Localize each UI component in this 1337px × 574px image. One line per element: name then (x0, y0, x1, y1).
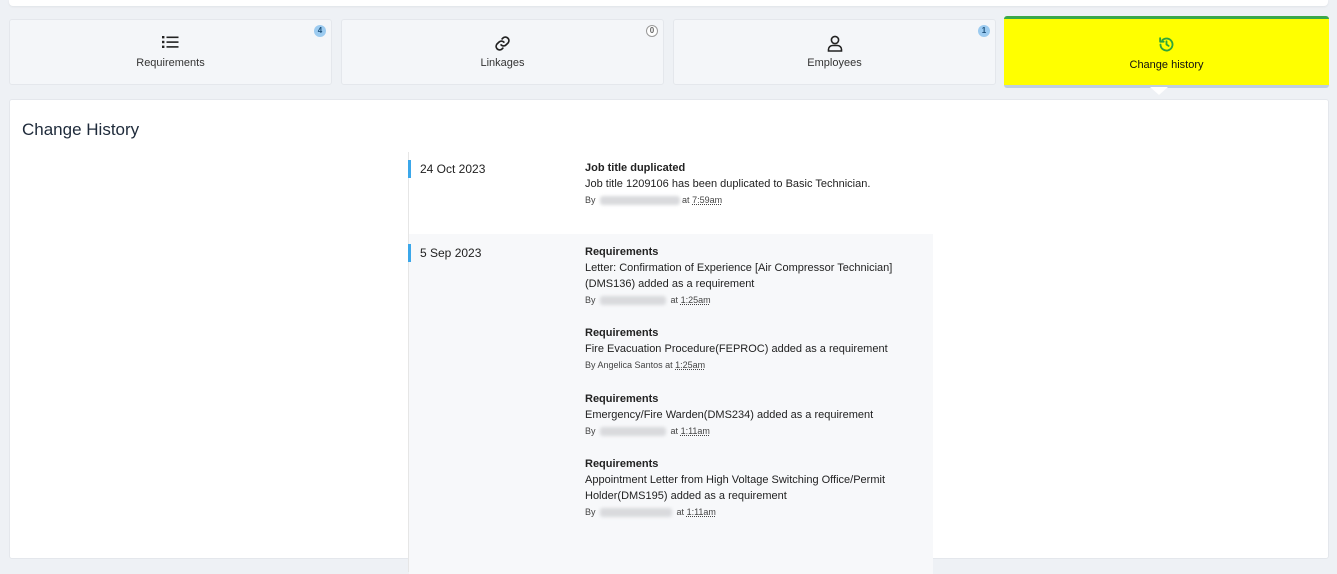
timeline-date: 24 Oct 2023 (408, 160, 485, 178)
entry-author: By at 1:11am (585, 426, 710, 437)
tab-label: Change history (1129, 59, 1204, 71)
entry-time[interactable]: 7:59am (692, 195, 722, 205)
link-icon (342, 35, 663, 53)
entry-description: Letter: Confirmation of Experience [Air … (585, 262, 893, 290)
entry-author: By at 1:11am (585, 507, 716, 518)
active-tab-pointer (1150, 87, 1168, 95)
timeline-entry: Requirements Fire Evacuation Procedure(F… (585, 325, 915, 372)
entry-title: Requirements (585, 246, 659, 258)
timeline-entry: Requirements Appointment Letter from Hig… (585, 456, 915, 519)
tab-label: Linkages (480, 57, 525, 69)
entry-description: Job title 1209106 has been duplicated to… (585, 178, 871, 190)
author-name: Angelica Santos (597, 360, 663, 370)
timeline-day: 24 Oct 2023 Job title duplicated Job tit… (408, 152, 933, 232)
entry-description: Emergency/Fire Warden(DMS234) added as a… (585, 409, 874, 421)
list-icon (10, 35, 331, 53)
tab-label: Employees (807, 57, 862, 69)
entry-description: Fire Evacuation Procedure(FEPROC) added … (585, 343, 888, 355)
timeline-entry: Requirements Emergency/Fire Warden(DMS23… (585, 391, 915, 438)
entry-time[interactable]: 1:11am (687, 507, 716, 517)
entry-description: Appointment Letter from High Voltage Swi… (585, 474, 885, 502)
change-history-panel: Change History 24 Oct 2023 Job title dup… (9, 99, 1329, 574)
timeline-date: 5 Sep 2023 (408, 244, 481, 262)
entry-time[interactable]: 1:25am (675, 360, 705, 370)
entry-author: By at 1:25am (585, 295, 711, 306)
user-icon (674, 35, 995, 53)
entry-author: By Angelica Santos at 1:25am (585, 360, 706, 370)
entry-time[interactable]: 1:11am (681, 426, 710, 436)
tab-requirements[interactable]: 4 Requirements (9, 19, 332, 85)
entry-title: Requirements (585, 327, 659, 339)
tab-linkages[interactable]: 0 Linkages (341, 19, 664, 85)
redacted-name (600, 427, 667, 437)
entry-title: Requirements (585, 393, 659, 405)
page-title: Change History (22, 120, 140, 139)
redacted-name (600, 196, 681, 206)
tab-label: Requirements (136, 57, 205, 69)
top-bar (9, 0, 1328, 6)
timeline-entry: Requirements Letter: Confirmation of Exp… (585, 244, 915, 307)
redacted-name (600, 296, 667, 306)
tab-employees[interactable]: 1 Employees (673, 19, 996, 85)
entry-time[interactable]: 1:25am (681, 295, 711, 305)
tab-change-history[interactable]: Change history (1004, 16, 1329, 88)
entry-title: Job title duplicated (585, 162, 686, 174)
history-icon (1004, 36, 1329, 54)
timeline: 24 Oct 2023 Job title duplicated Job tit… (408, 152, 933, 574)
timeline-entry: Job title duplicated Job title 1209106 h… (585, 160, 915, 207)
redacted-name (600, 508, 673, 518)
timeline-day: 5 Sep 2023 Requirements Letter: Confirma… (408, 234, 933, 574)
entry-title: Requirements (585, 458, 659, 470)
entry-author: By at 7:59am (585, 195, 723, 206)
tab-bar: 4 Requirements 0 Linkages 1 Employees Ch… (9, 16, 1329, 88)
